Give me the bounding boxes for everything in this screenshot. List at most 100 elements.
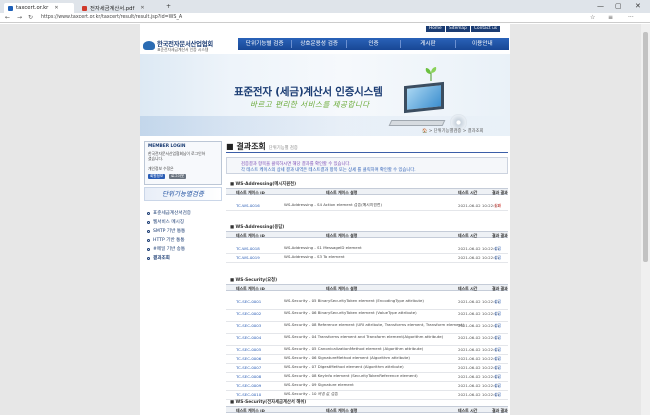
table-row[interactable]: TC-WS-0018 WS-Addressing - S1 MessageID e…	[226, 245, 508, 254]
table-row[interactable]: TC-SEC-0002 WS-Security - 06 BinarySecuri…	[226, 310, 508, 322]
left-sidebar: MEMBER LOGIN 한국전자문서산업협회님이 로그인하셨습니다. 개인정보…	[144, 141, 222, 415]
service-banner[interactable]: 단위기능별검증	[144, 187, 222, 201]
result-link[interactable]: 성공	[494, 374, 501, 380]
table-row[interactable]: TC-SEC-0008 WS-Security - 08 KeyInfo elem…	[226, 373, 508, 382]
maximize-icon[interactable]: ▢	[615, 2, 622, 10]
hero-banner: 표준전자 (세금)계산서 인증시스템 바르고 편리한 서비스를 제공합니다	[140, 54, 510, 136]
banner-slogan: 바르고 편리한 서비스를 제공합니다	[250, 100, 370, 109]
result-link[interactable]: 성공	[494, 335, 501, 341]
home-link[interactable]: Home	[426, 26, 445, 32]
test-case-id-link[interactable]: TC-SEC-0004	[236, 335, 261, 340]
test-case-id-link[interactable]: TC-SEC-0001	[236, 299, 261, 304]
nav-item-1[interactable]: 표준세금계산서검증	[147, 210, 191, 216]
contact-link[interactable]: Contact us	[471, 26, 501, 32]
column-header: 테스트 시간	[458, 233, 478, 238]
menu-interop-test[interactable]: 상호운용성 검증	[292, 40, 347, 48]
menu-certification[interactable]: 인증	[347, 40, 402, 48]
result-link[interactable]: 성공	[494, 299, 501, 305]
test-case-id-link[interactable]: TC-SEC-0007	[236, 365, 261, 370]
tab-title: taxcert.or.kr	[16, 5, 49, 11]
result-link[interactable]: 성공	[494, 356, 501, 362]
logo-mark-icon	[143, 41, 155, 50]
table-row[interactable]: TC-SEC-0004 WS-Security - 04 Transforms e…	[226, 334, 508, 346]
nav-item-result[interactable]: 결과조회	[147, 255, 170, 261]
title-divider	[226, 152, 508, 153]
result-link[interactable]: 성공	[494, 246, 501, 252]
nav-item-3[interactable]: SMTP 기반 통통	[147, 228, 185, 234]
reload-icon[interactable]: ↻	[28, 14, 33, 21]
test-case-id-link[interactable]: TC-WS-0016	[236, 203, 260, 208]
tab-pdf[interactable]: 전자세금계산서.pdf ✕	[78, 3, 160, 13]
nav-item-5[interactable]: #메일 기반 송통	[147, 246, 185, 252]
test-case-id-link[interactable]: TC-SEC-0002	[236, 311, 261, 316]
table-header: 테스트 케이스 ID 테스트 케이스 설명 테스트 시간 결과 결과	[226, 284, 508, 291]
nav-item-2[interactable]: 웹서비스 메시징	[147, 219, 184, 225]
sprout-icon	[425, 67, 437, 81]
result-link[interactable]: 성공	[494, 383, 501, 389]
table-row[interactable]: TC-WS-0019 WS-Addressing - S3 To element 2…	[226, 254, 508, 263]
nav-item-4[interactable]: HTTP 기반 통통	[147, 237, 185, 243]
menu-unit-test[interactable]: 단위기능별 검증	[238, 40, 293, 48]
site-container: Home Sitemap Contact us 한국전자문서산업협회 표준전자세…	[140, 24, 510, 415]
menu-guide[interactable]: 이용안내	[456, 40, 509, 48]
logout-button[interactable]: 로그아웃	[169, 174, 187, 179]
test-case-id-link[interactable]: TC-WS-0019	[236, 255, 260, 260]
table-row[interactable]: TC-SEC-0001 WS-Security - 05 BinarySecuri…	[226, 298, 508, 310]
test-case-id-link[interactable]: TC-SEC-0010	[236, 392, 261, 397]
test-case-id-link[interactable]: TC-SEC-0003	[236, 323, 261, 328]
breadcrumb: 🏠 > 단위기능별검증 > 결과조회	[422, 129, 484, 134]
notice-box: 검증결과 항목을 클릭하시면 해당 결과를 확인할 수 있습니다. 각 테스트 …	[226, 157, 508, 174]
table-row[interactable]: TC-SEC-0003 WS-Security - 08 Reference el…	[226, 322, 508, 334]
column-header: 결과 결과	[492, 286, 508, 291]
new-tab-icon[interactable]: +	[166, 3, 171, 10]
address-bar: ← → ↻ https://www.taxcert.or.kr/taxcert/…	[0, 13, 650, 23]
tab-taxcert[interactable]: taxcert.or.kr ✕	[4, 3, 74, 13]
minimize-icon[interactable]: —	[597, 2, 604, 10]
forward-icon[interactable]: →	[17, 14, 22, 21]
close-tab-icon[interactable]: ✕	[54, 5, 58, 11]
table-row[interactable]: TC-SEC-0009 WS-Security - 09 Signature el…	[226, 382, 508, 391]
menu-board[interactable]: 게시판	[401, 40, 456, 48]
star-icon[interactable]: ☆	[590, 14, 595, 21]
sitemap-link[interactable]: Sitemap	[446, 26, 470, 32]
column-header: 테스트 시간	[458, 286, 478, 291]
result-link[interactable]: 성공	[494, 347, 501, 353]
close-window-icon[interactable]: ✕	[635, 2, 641, 10]
test-case-description: WS-Security - 06 BinarySecurityToken ele…	[284, 311, 417, 315]
vertical-scrollbar[interactable]	[641, 24, 650, 415]
result-link[interactable]: 성공	[494, 323, 501, 329]
login-detail: 개인정보 수정은	[148, 166, 174, 171]
page-viewport: Home Sitemap Contact us 한국전자문서산업협회 표준전자세…	[0, 24, 650, 415]
result-link[interactable]: 실패	[494, 203, 501, 209]
column-header: 결과 결과	[492, 190, 508, 195]
section-title: ■ WS-Addressing(응답)	[230, 225, 285, 230]
test-case-id-link[interactable]: TC-SEC-0009	[236, 383, 261, 388]
page-subtitle: 단위기능별 검증	[268, 146, 298, 151]
url-input[interactable]: https://www.taxcert.or.kr/taxcert/result…	[41, 15, 182, 20]
table-row[interactable]: TC-SEC-0007 WS-Security - 07 DigestMethod…	[226, 364, 508, 373]
test-case-description: WS-Addressing - S1 MessageID element	[284, 246, 362, 250]
result-link[interactable]: 성공	[494, 255, 501, 261]
reading-list-icon[interactable]: ≡	[608, 14, 613, 21]
test-case-id-link[interactable]: TC-SEC-0005	[236, 347, 261, 352]
menu-icon[interactable]: ···	[628, 14, 634, 21]
back-icon[interactable]: ←	[5, 14, 10, 21]
keyboard-illustration	[388, 120, 446, 126]
test-case-id-link[interactable]: TC-WS-0018	[236, 246, 260, 251]
member-info-button[interactable]: 회원정보	[148, 174, 166, 179]
table-row[interactable]: TC-SEC-0006 WS-Security - 06 SignatureMet…	[226, 355, 508, 364]
close-tab-icon[interactable]: ✕	[140, 5, 144, 11]
table-row[interactable]: TC-SEC-0005 WS-Security - 05 Canonicaliza…	[226, 346, 508, 355]
test-case-description: WS-Security - 07 DigestMethod element (A…	[284, 365, 404, 369]
table-row[interactable]: TC-WS-0016 WS-Addressing - S4 Action elem…	[226, 202, 508, 211]
result-link[interactable]: 성공	[494, 365, 501, 371]
column-header: 테스트 케이스 ID	[236, 286, 265, 291]
site-logo[interactable]: 한국전자문서산업협회 표준전자세금계산서 인증 시스템	[143, 38, 243, 54]
result-link[interactable]: 성공	[494, 392, 501, 398]
column-header: 테스트 시간	[458, 408, 478, 413]
test-case-id-link[interactable]: TC-SEC-0008	[236, 374, 261, 379]
result-link[interactable]: 성공	[494, 311, 501, 317]
test-case-description: WS-Security - 06 SignatureMethod element…	[284, 356, 410, 360]
scrollbar-thumb[interactable]	[643, 32, 648, 262]
test-case-id-link[interactable]: TC-SEC-0006	[236, 356, 261, 361]
